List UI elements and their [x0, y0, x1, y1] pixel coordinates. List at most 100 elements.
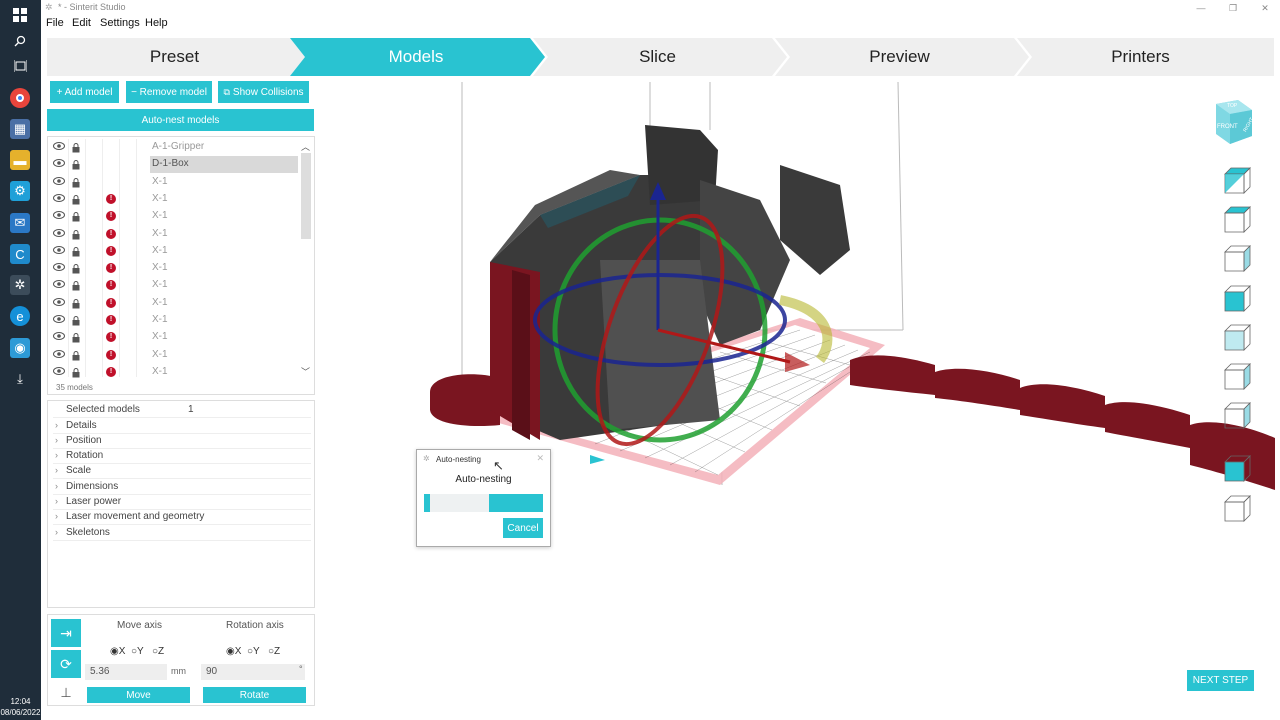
add-model-button[interactable]: + Add model — [50, 81, 119, 103]
model-row[interactable]: ! X-1 — [48, 243, 300, 260]
next-step-button[interactable]: NEXT STEP — [1187, 670, 1254, 691]
camera-app-icon[interactable]: ◉ — [10, 338, 30, 358]
eye-icon[interactable] — [53, 176, 65, 187]
model-row[interactable]: ! X-1 — [48, 191, 300, 208]
rotate-tool-icon[interactable]: ⟳ — [51, 650, 81, 678]
models-scrollbar[interactable]: ︿ ﹀ — [299, 139, 313, 377]
move-button[interactable]: Move — [87, 687, 190, 703]
menu-settings[interactable]: Settings — [100, 17, 140, 29]
3d-viewport[interactable] — [318, 78, 1280, 720]
scroll-down-icon[interactable]: ﹀ — [301, 365, 310, 378]
eye-icon[interactable] — [53, 349, 65, 360]
lock-icon[interactable] — [72, 142, 81, 153]
gizmo-axes-icon[interactable]: ⊥ — [51, 681, 81, 705]
property-section[interactable]: › Skeletons — [53, 526, 311, 541]
model-row[interactable]: ! X-1 — [48, 312, 300, 329]
view-preset-cube-icon[interactable] — [1222, 204, 1252, 234]
lock-icon[interactable] — [72, 367, 81, 378]
lock-icon[interactable] — [72, 263, 81, 274]
view-preset-cube-icon[interactable] — [1222, 493, 1252, 523]
view-preset-cube-icon[interactable] — [1222, 400, 1252, 430]
sinterit-studio-icon[interactable]: ✲ — [10, 275, 30, 295]
model-row[interactable]: ! X-1 — [48, 208, 300, 225]
property-section[interactable]: › Laser movement and geometry — [53, 510, 311, 526]
scroll-thumb[interactable] — [301, 153, 311, 239]
model-row[interactable]: ! X-1 — [48, 260, 300, 277]
eye-icon[interactable] — [53, 280, 65, 290]
rotate-button[interactable]: Rotate — [203, 687, 306, 703]
move-axis-y-radio[interactable]: ○Y — [131, 646, 144, 657]
model-row[interactable]: X-1 — [48, 174, 300, 191]
download-icon[interactable]: ⤓ — [10, 369, 30, 389]
view-preset-cube-icon[interactable] — [1222, 165, 1252, 195]
c-app-icon[interactable]: C — [10, 244, 30, 264]
lock-icon[interactable] — [72, 229, 81, 239]
eye-icon[interactable] — [53, 142, 65, 152]
eye-icon[interactable] — [53, 193, 65, 204]
property-section[interactable]: › Details — [53, 419, 311, 434]
eye-icon[interactable] — [53, 366, 65, 377]
lock-icon[interactable] — [72, 246, 81, 257]
view-cube[interactable]: FRONT TOP RIGHT — [1208, 98, 1256, 146]
move-value-input[interactable]: 5.36 — [85, 664, 167, 680]
eye-icon[interactable] — [53, 228, 65, 239]
calculator-icon[interactable]: ▦ — [10, 119, 30, 139]
model-row[interactable]: ! X-1 — [48, 347, 300, 364]
lock-icon[interactable] — [72, 350, 81, 361]
eye-icon[interactable] — [53, 245, 65, 256]
model-row[interactable]: ! X-1 — [48, 277, 300, 294]
cancel-button[interactable]: Cancel — [503, 518, 543, 538]
view-preset-cube-icon[interactable] — [1222, 322, 1252, 352]
menu-help[interactable]: Help — [145, 17, 168, 29]
lock-icon[interactable] — [72, 315, 81, 326]
model-row[interactable]: ! X-1 — [48, 329, 300, 346]
model-row[interactable]: ! X-1 — [48, 364, 300, 381]
step-printers[interactable]: Printers — [1017, 38, 1264, 76]
eye-icon[interactable] — [53, 211, 65, 221]
property-section[interactable]: › Position — [53, 434, 311, 449]
eye-icon[interactable] — [53, 159, 65, 169]
lock-icon[interactable] — [72, 280, 81, 291]
lock-icon[interactable] — [72, 177, 81, 188]
lock-icon[interactable] — [72, 298, 81, 309]
step-slice[interactable]: Slice — [533, 38, 782, 76]
view-preset-cube-icon[interactable] — [1222, 361, 1252, 391]
dialog-close-icon[interactable]: ✕ — [536, 453, 544, 464]
move-tool-icon[interactable]: ⇥ — [51, 619, 81, 647]
file-explorer-icon[interactable]: ▬ — [10, 150, 30, 170]
eye-icon[interactable] — [53, 297, 65, 308]
model-row[interactable]: ! X-1 — [48, 226, 300, 243]
property-section[interactable]: › Dimensions — [53, 480, 311, 495]
search-icon[interactable] — [10, 31, 30, 51]
move-axis-z-radio[interactable]: ○Z — [152, 646, 164, 657]
property-section[interactable]: › Scale — [53, 464, 311, 480]
lock-icon[interactable] — [72, 159, 81, 170]
model-row[interactable]: A-1-Gripper — [48, 139, 300, 156]
rotation-axis-y-radio[interactable]: ○Y — [247, 646, 260, 657]
close-icon[interactable]: ✕ — [1252, 0, 1278, 16]
step-models[interactable]: Models — [290, 38, 542, 76]
view-preset-cube-icon[interactable] — [1222, 243, 1252, 273]
show-collisions-button[interactable]: ⧉ Show Collisions — [218, 81, 309, 103]
scroll-up-icon[interactable]: ︿ — [301, 140, 310, 153]
minimize-icon[interactable]: — — [1188, 0, 1214, 16]
view-preset-cube-icon[interactable] — [1222, 453, 1252, 483]
property-section[interactable]: › Rotation — [53, 449, 311, 465]
windows-start-icon[interactable] — [10, 5, 30, 25]
eye-icon[interactable] — [53, 263, 65, 273]
rotation-value-input[interactable]: 90 — [201, 664, 305, 680]
remove-model-button[interactable]: − Remove model — [126, 81, 212, 103]
taskbar-clock[interactable]: 12:04 08/06/2022 — [0, 696, 41, 718]
auto-nest-button[interactable]: Auto-nest models — [47, 109, 314, 131]
model-row[interactable]: D-1-Box — [48, 156, 300, 174]
restore-icon[interactable]: ❐ — [1220, 0, 1246, 16]
eye-icon[interactable] — [53, 332, 65, 342]
edge-icon[interactable]: e — [10, 306, 30, 326]
outlook-icon[interactable]: ✉ — [10, 213, 30, 233]
property-section[interactable]: › Laser power — [53, 495, 311, 510]
menu-edit[interactable]: Edit — [72, 17, 91, 29]
move-axis-x-radio[interactable]: ◉X — [110, 646, 125, 657]
app-icon[interactable]: ⚙ — [10, 181, 30, 201]
lock-icon[interactable] — [72, 211, 81, 222]
model-row[interactable]: ! X-1 — [48, 295, 300, 312]
